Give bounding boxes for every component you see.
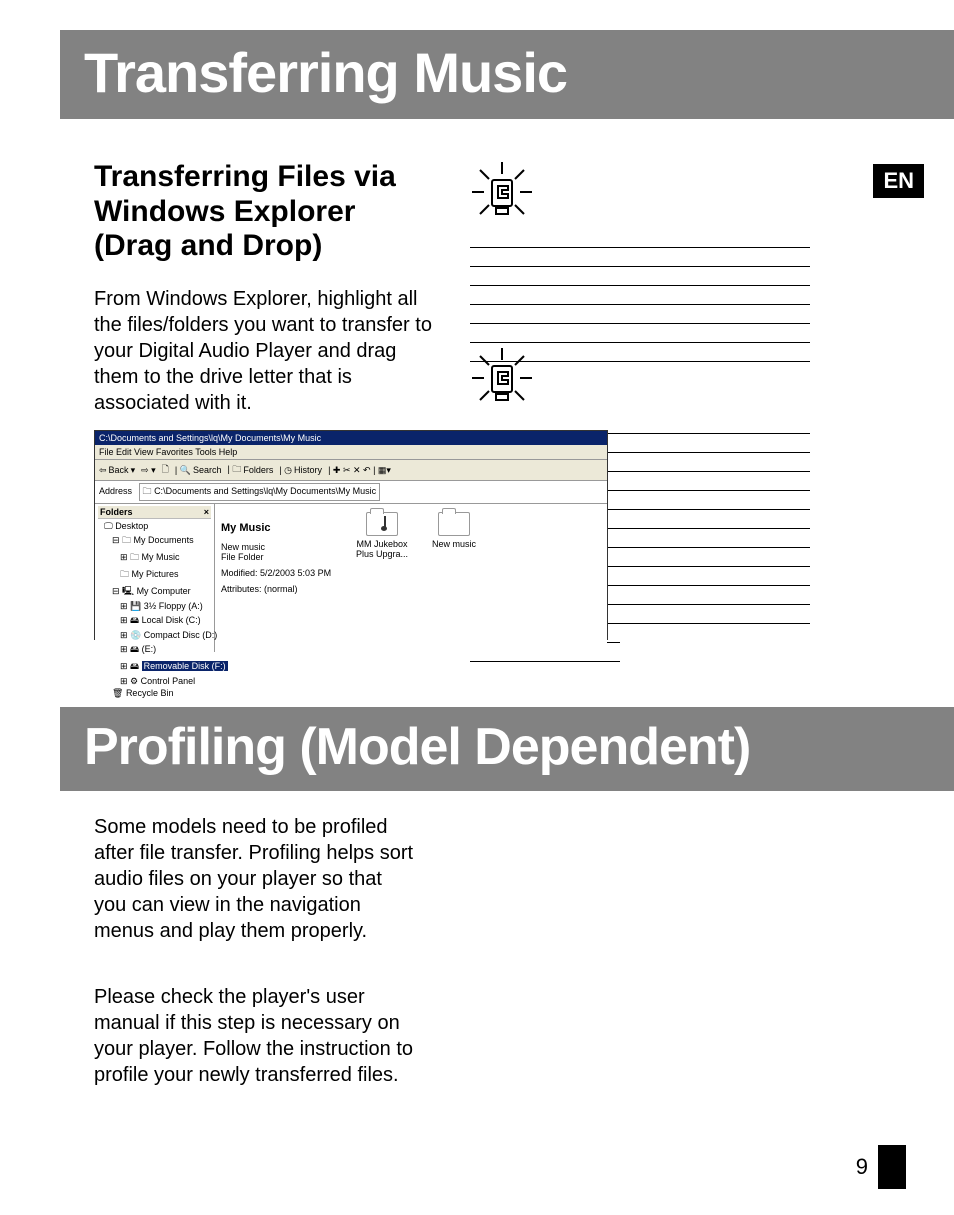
explorer-menubar: File Edit View Favorites Tools Help [95,445,607,460]
explorer-addressbar: Address 🗀 C:\Documents and Settings\lq\M… [95,481,607,504]
tree-removable-disk: ⊞ 🖴 Removable Disk (F:) [104,659,211,675]
page-number: 9 [856,1145,906,1189]
windows-explorer-screenshot: C:\Documents and Settings\lq\My Document… [94,430,608,640]
tip-icon [470,346,534,410]
paragraph-intro: From Windows Explorer, highlight all the… [94,286,439,416]
banner-profiling: Profiling (Model Dependent) [60,707,954,791]
tip-lines [470,247,810,362]
explorer-file-icons: MM Jukebox Plus Upgra... New music [345,504,607,652]
explorer-toolbar: ⇦ Back ▾ ⇨ ▾ 🗋 | 🔍 Search | 🗀 Folders | … [95,460,607,481]
toolbar-back: ⇦ Back ▾ [99,462,135,478]
tree-desktop: 🖵 Desktop [104,521,211,532]
language-badge: EN [873,164,924,198]
banner-transferring-music: Transferring Music [60,30,954,119]
explorer-info-column: My Music New music File Folder Modified:… [215,504,345,652]
paragraph-profiling-2: Please check the player's user manual if… [94,984,414,1088]
document-page: Transferring Music EN Transferring Files… [0,0,954,1215]
explorer-folder-tree: Folders× 🖵 Desktop ⊟ 🗀 My Documents ⊞ 🗀 … [95,504,215,652]
section-heading: Transferring Files via Windows Explorer … [94,160,424,264]
tip-icon [470,160,534,224]
paragraph-profiling-1: Some models need to be profiled after fi… [94,814,414,944]
explorer-titlebar: C:\Documents and Settings\lq\My Document… [95,431,607,445]
file-item: MM Jukebox Plus Upgra... [353,512,411,559]
file-item: New music [425,512,483,549]
